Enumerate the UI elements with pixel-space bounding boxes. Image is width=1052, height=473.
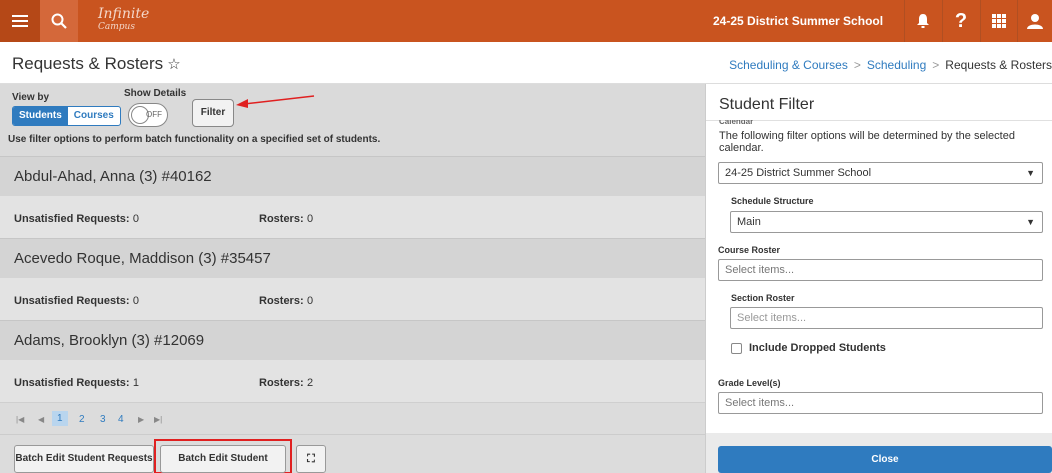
student-name[interactable]: Adams, Brooklyn (3) #12069: [14, 332, 204, 349]
dropdown-caret-icon: ▼: [1026, 168, 1035, 178]
rosters-count: Rosters: 0: [259, 213, 314, 225]
include-dropped-label[interactable]: Include Dropped Students: [749, 342, 886, 354]
section-roster-label: Section Roster: [731, 293, 795, 303]
view-controls: View by Students Courses Show Details OF…: [0, 84, 705, 156]
page-3[interactable]: 3: [100, 414, 106, 425]
show-details-label: Show Details: [124, 88, 187, 99]
first-page-icon[interactable]: |◀: [16, 415, 24, 424]
breadcrumb: Scheduling & Courses > Scheduling > Requests…: [729, 58, 1052, 72]
student-details: Unsatisfied Requests: 0 Rosters: 0: [0, 196, 705, 238]
expand-icon[interactable]: ⛶: [296, 445, 326, 473]
menu-icon[interactable]: [0, 0, 40, 42]
chevron-right-icon: >: [853, 58, 861, 72]
rosters-count: Rosters: 2: [259, 377, 314, 389]
calendar-note: The following filter options will be det…: [719, 130, 1015, 154]
unsatisfied-requests: Unsatisfied Requests: 1: [14, 377, 139, 389]
search-icon[interactable]: [40, 0, 78, 42]
batch-edit-rosters-button[interactable]: Batch Edit Student Rosters: [160, 445, 286, 473]
calendar-label: Calendar: [719, 120, 754, 126]
page-1[interactable]: 1: [52, 411, 68, 426]
filter-button[interactable]: Filter: [192, 99, 234, 127]
pagination: |◀ ◀ 1 2 3 4 ▶ ▶|: [0, 402, 705, 434]
view-students-option[interactable]: Students: [13, 107, 68, 125]
dropdown-caret-icon: ▼: [1026, 217, 1035, 227]
course-roster-input[interactable]: Select items...: [718, 259, 1043, 281]
student-row[interactable]: Acevedo Roque, Maddison (3) #35457: [0, 238, 705, 278]
grade-levels-label: Grade Level(s): [718, 378, 781, 388]
bell-icon[interactable]: [905, 0, 941, 42]
favorite-star-icon[interactable]: ☆: [167, 56, 180, 73]
filter-panel-title: Student Filter: [719, 96, 815, 113]
toggle-state: OFF: [146, 110, 162, 119]
filter-panel-footer: Close: [706, 433, 1052, 473]
breadcrumb-current: Requests & Rosters: [945, 58, 1052, 72]
prev-page-icon[interactable]: ◀: [38, 415, 44, 424]
view-by-toggle: Students Courses: [12, 106, 121, 126]
schedule-structure-select[interactable]: Main ▼: [730, 211, 1043, 233]
student-details: Unsatisfied Requests: 0 Rosters: 0: [0, 278, 705, 320]
divider: [706, 120, 1052, 121]
page-4[interactable]: 4: [118, 414, 124, 425]
schedule-structure-label: Schedule Structure: [731, 196, 814, 206]
page-title: Requests & Rosters ☆: [12, 54, 181, 73]
include-dropped-checkbox[interactable]: [731, 343, 742, 354]
next-page-icon[interactable]: ▶: [138, 415, 144, 424]
batch-edit-requests-button[interactable]: Batch Edit Student Requests: [14, 445, 154, 473]
batch-actions-bar: Batch Edit Student Requests Batch Edit S…: [0, 434, 705, 473]
rosters-count: Rosters: 0: [259, 295, 314, 307]
student-row[interactable]: Abdul-Ahad, Anna (3) #40162: [0, 156, 705, 196]
course-roster-label: Course Roster: [718, 245, 781, 255]
last-page-icon[interactable]: ▶|: [154, 415, 162, 424]
show-details-toggle[interactable]: OFF: [128, 103, 168, 127]
close-button[interactable]: Close: [718, 446, 1052, 473]
breadcrumb-scheduling[interactable]: Scheduling: [867, 58, 926, 72]
infinite-campus-logo[interactable]: Infinite Campus: [98, 7, 149, 34]
calendar-select[interactable]: 24-25 District Summer School ▼: [718, 162, 1043, 184]
student-filter-panel: Student Filter Calendar The following fi…: [705, 84, 1052, 473]
page-2[interactable]: 2: [79, 414, 85, 425]
view-by-label: View by: [12, 92, 50, 103]
student-details: Unsatisfied Requests: 1 Rosters: 2: [0, 360, 705, 402]
filter-instructions: Use filter options to perform batch func…: [8, 134, 381, 145]
student-name[interactable]: Acevedo Roque, Maddison (3) #35457: [14, 250, 271, 267]
section-roster-input[interactable]: Select items...: [730, 307, 1043, 329]
school-selector[interactable]: 24-25 District Summer School: [713, 0, 903, 42]
students-panel: View by Students Courses Show Details OF…: [0, 84, 705, 473]
chevron-right-icon: >: [932, 58, 940, 72]
student-row[interactable]: Adams, Brooklyn (3) #12069: [0, 320, 705, 360]
apps-grid-icon[interactable]: [981, 0, 1017, 42]
user-icon[interactable]: [1018, 0, 1052, 42]
student-name[interactable]: Abdul-Ahad, Anna (3) #40162: [14, 168, 212, 185]
unsatisfied-requests: Unsatisfied Requests: 0: [14, 295, 139, 307]
help-icon[interactable]: ?: [943, 0, 979, 42]
red-arrow-annotation-icon: [236, 95, 315, 108]
view-courses-option[interactable]: Courses: [68, 107, 120, 125]
page-header: Requests & Rosters ☆ Scheduling & Courses…: [0, 42, 1052, 84]
grade-levels-input[interactable]: Select items...: [718, 392, 1043, 414]
breadcrumb-scheduling-courses[interactable]: Scheduling & Courses: [729, 58, 848, 72]
unsatisfied-requests: Unsatisfied Requests: 0: [14, 213, 139, 225]
